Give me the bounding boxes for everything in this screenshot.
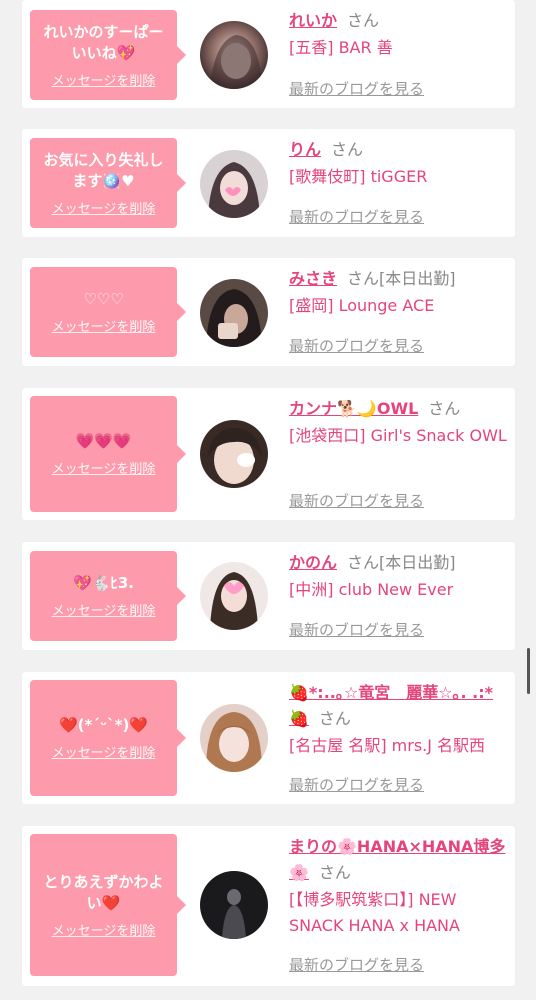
message-bubble: とりあえずかわよ い❤️ メッセージを削除: [30, 834, 186, 976]
delete-message-link[interactable]: メッセージを削除: [52, 198, 156, 217]
favorite-card: 💗💗💗 メッセージを削除 カンナ🐕🌙OWL さん [池袋西口] Girl's Sn…: [22, 388, 515, 520]
latest-blog-link[interactable]: 最新のブログを見る: [289, 206, 424, 227]
avatar[interactable]: [200, 871, 268, 939]
favorite-card: ♡♡♡ メッセージを削除 みさき さん[本日出勤] [盛岡] Lounge ACE…: [22, 258, 515, 366]
message-text: ❤️(*´ᵕ`*)❤️: [58, 716, 149, 734]
delete-message-link[interactable]: メッセージを削除: [52, 742, 156, 761]
message-text: ♡♡♡: [83, 290, 124, 308]
delete-message-link[interactable]: メッセージを削除: [52, 920, 156, 939]
latest-blog-link[interactable]: 最新のブログを見る: [289, 954, 424, 975]
cast-name-link[interactable]: かのん: [289, 553, 337, 572]
honorific: さん: [318, 709, 351, 728]
cast-name-link[interactable]: りん: [289, 140, 321, 159]
delete-message-link[interactable]: メッセージを削除: [52, 316, 156, 335]
delete-message-link[interactable]: メッセージを削除: [52, 458, 156, 477]
cast-name-link[interactable]: れいか: [289, 11, 337, 30]
favorite-card: お気に入り失礼し ます🪩♥ メッセージを削除 りん さん [歌舞伎町] tiGGE…: [22, 129, 515, 237]
message-bubble: 💗💗💗 メッセージを削除: [30, 396, 186, 512]
message-bubble: ♡♡♡ メッセージを削除: [30, 267, 186, 357]
honorific: さん: [347, 269, 380, 288]
message-text: 💗💗💗: [75, 432, 132, 450]
cast-name-link[interactable]: みさき: [289, 269, 337, 288]
shop-name: [五香] BAR 善: [289, 38, 393, 57]
message-text: れいかのすーぱー いいね💖: [43, 22, 164, 62]
honorific: さん: [347, 553, 380, 572]
status-text: [本日出勤]: [379, 269, 456, 288]
honorific: さん: [331, 140, 364, 159]
message-text: 💖🐇ﾋ3.: [73, 574, 134, 592]
latest-blog-link[interactable]: 最新のブログを見る: [289, 774, 424, 795]
latest-blog-link[interactable]: 最新のブログを見る: [289, 335, 424, 356]
scrollbar[interactable]: [527, 648, 530, 694]
favorite-card: とりあえずかわよ い❤️ メッセージを削除 まりの🌸HANA×HANA博多🌸 さん…: [22, 826, 515, 986]
delete-message-link[interactable]: メッセージを削除: [52, 600, 156, 619]
shop-name: [名古屋 名駅] mrs.J 名駅西: [289, 736, 486, 755]
cast-name-link[interactable]: カンナ🐕🌙OWL: [289, 399, 418, 418]
shop-name: [歌舞伎町] tiGGER: [289, 167, 428, 186]
latest-blog-link[interactable]: 最新のブログを見る: [289, 619, 424, 640]
honorific: さん: [318, 863, 351, 882]
avatar[interactable]: [200, 420, 268, 488]
message-bubble: れいかのすーぱー いいね💖 メッセージを削除: [30, 10, 186, 100]
message-bubble: お気に入り失礼し ます🪩♥ メッセージを削除: [30, 138, 186, 228]
shop-name: [中洲] club New Ever: [289, 580, 454, 599]
message-text: とりあえずかわよ い❤️: [43, 872, 164, 912]
latest-blog-link[interactable]: 最新のブログを見る: [289, 78, 424, 99]
honorific: さん: [428, 399, 461, 418]
avatar[interactable]: [200, 150, 268, 218]
status-text: [本日出勤]: [379, 553, 456, 572]
favorite-card: れいかのすーぱー いいね💖 メッセージを削除 れいか さん [五香] BAR 善 …: [22, 0, 515, 108]
avatar[interactable]: [200, 704, 268, 772]
delete-message-link[interactable]: メッセージを削除: [52, 70, 156, 89]
latest-blog-link[interactable]: 最新のブログを見る: [289, 490, 424, 511]
message-text: お気に入り失礼し ます🪩♥: [43, 150, 164, 190]
avatar[interactable]: [200, 21, 268, 89]
message-bubble: ❤️(*´ᵕ`*)❤️ メッセージを削除: [30, 680, 186, 796]
message-bubble: 💖🐇ﾋ3. メッセージを削除: [30, 551, 186, 641]
avatar[interactable]: [200, 562, 268, 630]
shop-name: [【博多駅筑紫口】] NEW SNACK HANA x HANA: [289, 890, 460, 935]
honorific: さん: [347, 11, 380, 30]
avatar[interactable]: [200, 279, 268, 347]
shop-name: [盛岡] Lounge ACE: [289, 296, 435, 315]
favorite-card: ❤️(*´ᵕ`*)❤️ メッセージを削除 🍓*:..｡☆竜宮 麗華☆｡. .:*…: [22, 672, 515, 804]
favorite-card: 💖🐇ﾋ3. メッセージを削除 かのん さん[本日出勤] [中洲] club New…: [22, 542, 515, 650]
shop-name: [池袋西口] Girl's Snack OWL: [289, 426, 507, 445]
